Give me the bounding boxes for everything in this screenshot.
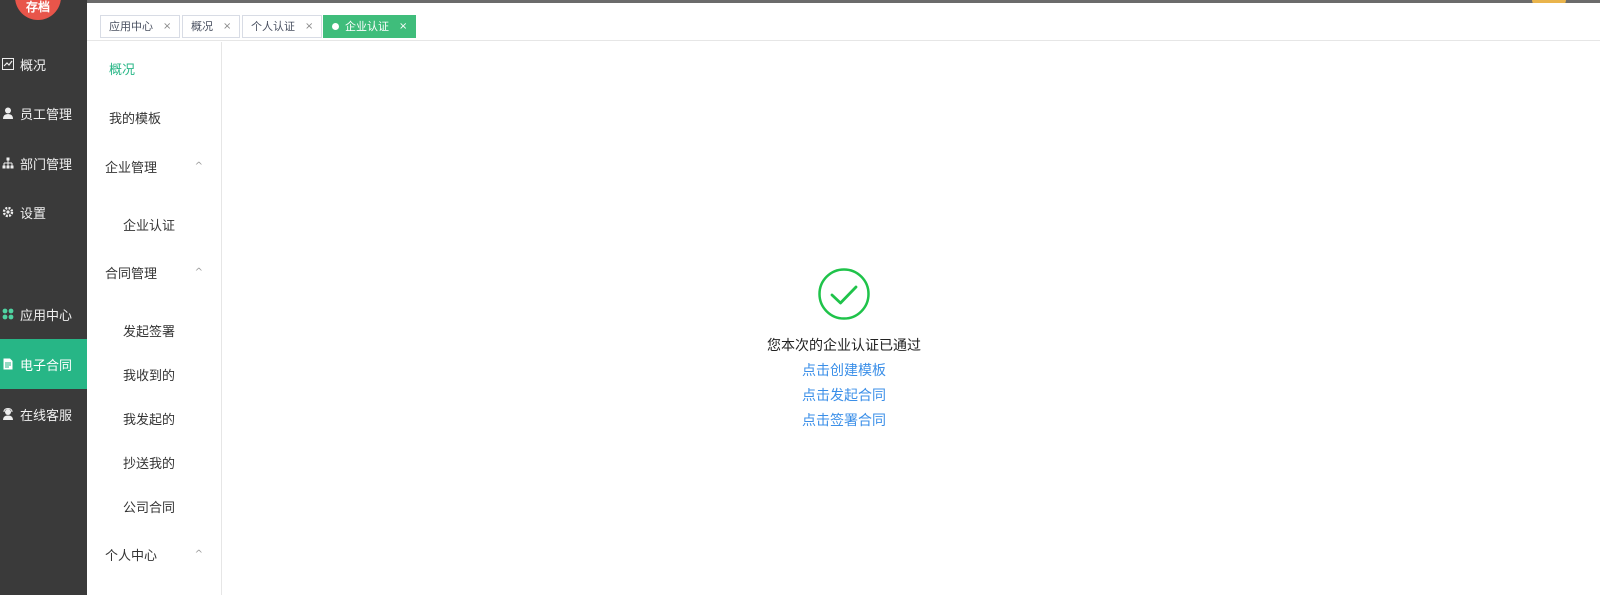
chart-line-icon [2, 58, 14, 70]
tab-label: 应用中心 [109, 20, 153, 33]
chevron-up-icon: ^ [194, 160, 203, 172]
subnav-item-label: 企业认证 [123, 218, 176, 234]
chevron-up-icon: ^ [194, 266, 203, 278]
subnav-item-my-templates[interactable]: 我的模板 [87, 97, 221, 137]
document-icon [2, 358, 14, 370]
close-icon[interactable]: × [399, 16, 407, 37]
success-panel: 您本次的企业认证已通过 点击创建模板 点击发起合同 点击签署合同 [222, 42, 1600, 595]
subnav-item-overview[interactable]: 概况 [87, 48, 221, 88]
rail-item-label: 电子合同 [20, 358, 73, 374]
tab-app-center[interactable]: 应用中心 × [100, 15, 181, 38]
rail-item-label: 设置 [20, 206, 47, 222]
chevron-up-icon: ^ [194, 548, 203, 560]
subnav-item-label: 我的模板 [109, 111, 162, 127]
rail-item-label: 概况 [20, 58, 47, 74]
subnav-item-label: 企业管理 [105, 160, 158, 176]
subnav-item-enterprise-auth[interactable]: 企业认证 [87, 204, 221, 244]
rail-item-e-contract[interactable]: 电子合同 [0, 339, 87, 389]
subnav-item-label: 抄送我的 [123, 456, 176, 472]
subnav-item-label: 合同管理 [105, 266, 158, 282]
gear-icon [2, 206, 14, 218]
subnav-item-label: 概况 [109, 62, 136, 78]
rail-item-staff[interactable]: 员工管理 [0, 88, 87, 138]
tabs-bar: 应用中心 × 概况 × 个人认证 × 企业认证 × [87, 3, 1600, 41]
sub-navigation: 概况 我的模板 企业管理 ^ 企业认证 合同管理 ^ 发起签署 我收到的 我发起… [87, 42, 222, 595]
user-icon [2, 107, 14, 119]
left-rail: 存档 概况 员工管理 部门管理 设置 应用中心 电子合同 在线客服 [0, 0, 87, 595]
tab-overview[interactable]: 概况 × [182, 15, 241, 38]
close-icon[interactable]: × [163, 16, 171, 37]
subnav-item-initiate-signing[interactable]: 发起签署 [87, 310, 221, 350]
rail-item-settings[interactable]: 设置 [0, 187, 87, 237]
rail-item-app-center[interactable]: 应用中心 [0, 289, 87, 339]
subnav-item-label: 我发起的 [123, 412, 176, 428]
tab-label: 概况 [191, 20, 213, 33]
rail-item-label: 应用中心 [20, 308, 73, 324]
headset-icon [2, 408, 14, 420]
subnav-group-enterprise[interactable]: 企业管理 ^ [87, 146, 221, 186]
tab-enterprise-auth[interactable]: 企业认证 × [323, 15, 417, 38]
subnav-group-contracts[interactable]: 合同管理 ^ [87, 252, 221, 292]
check-circle-icon [818, 268, 870, 320]
rail-item-label: 部门管理 [20, 157, 73, 173]
success-message: 您本次的企业认证已通过 [767, 338, 921, 354]
close-icon[interactable]: × [223, 16, 231, 37]
grid-icon [2, 308, 14, 320]
subnav-item-label: 我收到的 [123, 368, 176, 384]
create-template-link[interactable]: 点击创建模板 [222, 360, 1466, 380]
subnav-item-company-contracts[interactable]: 公司合同 [87, 486, 221, 526]
app-logo-text: 存档 [25, 0, 50, 14]
app-logo: 存档 [15, 0, 61, 20]
rail-item-label: 员工管理 [20, 107, 73, 123]
subnav-item-label: 发起签署 [123, 324, 176, 340]
tab-personal-auth[interactable]: 个人认证 × [242, 15, 323, 38]
subnav-item-received[interactable]: 我收到的 [87, 354, 221, 394]
org-chart-icon [2, 157, 14, 169]
active-dot-icon [332, 23, 339, 30]
tab-label: 个人认证 [251, 20, 295, 33]
initiate-contract-link[interactable]: 点击发起合同 [222, 385, 1466, 405]
rail-item-departments[interactable]: 部门管理 [0, 138, 87, 188]
subnav-item-sent[interactable]: 我发起的 [87, 398, 221, 438]
close-icon[interactable]: × [305, 16, 313, 37]
subnav-item-cc-me[interactable]: 抄送我的 [87, 442, 221, 482]
main-content: 您本次的企业认证已通过 点击创建模板 点击发起合同 点击签署合同 [222, 42, 1600, 595]
rail-item-overview[interactable]: 概况 [0, 39, 87, 89]
subnav-item-label: 公司合同 [123, 500, 176, 516]
subnav-item-label: 个人中心 [105, 548, 158, 564]
tab-label: 企业认证 [345, 20, 389, 33]
subnav-group-personal-center[interactable]: 个人中心 ^ [87, 534, 221, 574]
rail-item-label: 在线客服 [20, 408, 73, 424]
rail-item-online-support[interactable]: 在线客服 [0, 389, 87, 439]
sign-contract-link[interactable]: 点击签署合同 [222, 410, 1466, 430]
